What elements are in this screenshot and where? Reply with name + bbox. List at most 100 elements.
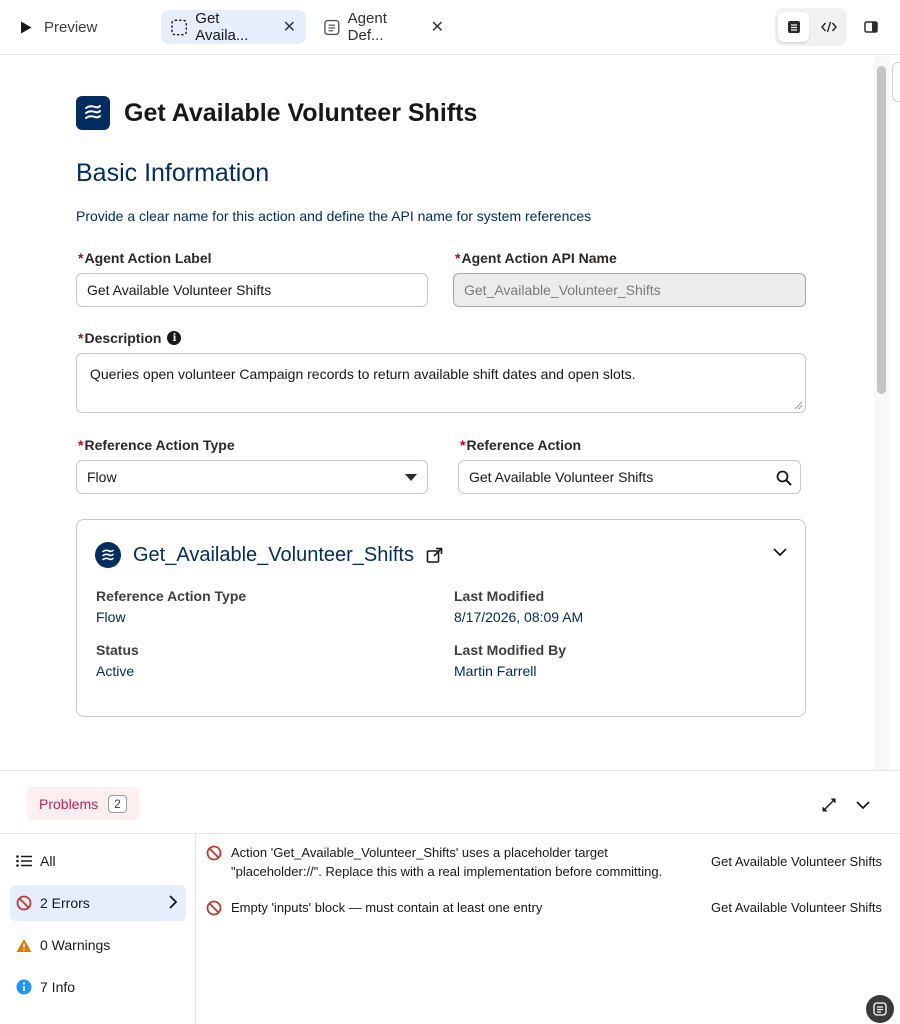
expand-panel-button[interactable] (819, 795, 839, 815)
close-tab-icon[interactable]: ✕ (283, 17, 296, 37)
ref-type-field-label: *Reference Action Type (78, 437, 235, 453)
flow-icon (95, 542, 121, 568)
close-tab-icon[interactable]: ✕ (431, 17, 444, 37)
form-icon (787, 21, 800, 33)
filter-warnings[interactable]: 0 Warnings (10, 927, 186, 963)
filter-label: 2 Errors (40, 895, 90, 911)
api-name-input: Get_Available_Volunteer_Shifts (453, 273, 806, 307)
expand-icon (822, 798, 836, 812)
scrollbar-thumb[interactable] (877, 66, 886, 394)
ref-action-search-input[interactable]: Get Available Volunteer Shifts (458, 460, 801, 494)
document-icon (324, 19, 340, 35)
tab-agent-definition[interactable]: Agent Def... ✕ (314, 10, 454, 44)
agent-action-icon (76, 96, 110, 130)
page-header: Get Available Volunteer Shifts (76, 96, 477, 130)
section-heading: Basic Information (76, 159, 270, 187)
ref-type-value: Flow (87, 469, 117, 485)
card-status-value: Active (96, 663, 135, 679)
problem-filters: All 2 Errors 0 Warnings 7 Info (0, 834, 196, 1024)
chevron-right-icon (169, 895, 178, 909)
reference-action-title[interactable]: Get_Available_Volunteer_Shifts (133, 544, 414, 567)
api-name-field-label: *Agent Action API Name (455, 250, 617, 266)
required-asterisk: * (460, 437, 466, 453)
code-icon (820, 21, 837, 33)
issue-line: "placeholder://". Replace this with a re… (231, 864, 663, 879)
play-icon (21, 21, 32, 33)
action-editor-form: Get Available Volunteer Shifts Basic Inf… (0, 56, 872, 770)
card-last-modified-label: Last Modified (454, 588, 545, 604)
caret-down-icon (405, 474, 417, 481)
error-icon (206, 845, 222, 861)
card-ref-type-value: Flow (96, 609, 126, 625)
issue-source[interactable]: Get Available Volunteer Shifts (711, 900, 882, 915)
description-text: Queries open volunteer Campaign records … (90, 366, 636, 382)
required-asterisk: * (78, 437, 84, 453)
action-label-field-label: *Agent Action Label (78, 250, 212, 266)
collapse-panel-button[interactable] (853, 795, 873, 815)
search-icon[interactable] (776, 470, 792, 486)
field-label-text: Reference Action Type (84, 437, 235, 453)
preview-label: Preview (44, 18, 98, 36)
form-view-button[interactable] (778, 12, 809, 42)
ref-type-select[interactable]: Flow (76, 460, 428, 494)
dashed-square-icon (171, 19, 188, 35)
problems-tab-label: Problems (39, 795, 99, 812)
ref-action-value: Get Available Volunteer Shifts (469, 469, 654, 485)
code-view-button[interactable] (813, 12, 844, 42)
filter-info[interactable]: 7 Info (10, 969, 186, 1005)
filter-all[interactable]: All (10, 843, 186, 879)
preview-button[interactable]: Preview (12, 10, 105, 44)
problems-tab[interactable]: Problems 2 (27, 787, 139, 820)
filter-label: 7 Info (40, 979, 76, 995)
chevron-down-icon (856, 800, 870, 809)
list-icon (16, 855, 32, 867)
description-textarea[interactable]: Queries open volunteer Campaign records … (76, 353, 806, 413)
page-title: Get Available Volunteer Shifts (124, 98, 478, 127)
view-mode-toggle (775, 8, 847, 46)
assistant-icon (873, 1002, 887, 1016)
error-icon (16, 895, 32, 911)
filter-errors[interactable]: 2 Errors (10, 885, 186, 921)
external-link-icon[interactable] (426, 547, 443, 564)
resize-handle-icon[interactable] (794, 401, 803, 410)
tab-label: Agent Def... (347, 10, 387, 44)
filter-label: All (40, 853, 56, 869)
card-ref-type-label: Reference Action Type (96, 588, 247, 604)
card-modified-by-value: Martin Farrell (454, 663, 537, 679)
ref-action-field-label: *Reference Action (460, 437, 581, 453)
problems-panel: Problems 2 All 2 Errors 0 Warnings 7 Inf… (0, 770, 900, 1024)
problems-count-badge: 2 (108, 794, 127, 813)
tab-label: Get Availa... (195, 10, 249, 44)
section-subtitle: Provide a clear name for this action and… (76, 208, 592, 224)
info-icon[interactable]: i (167, 331, 182, 345)
issue-row[interactable]: Empty 'inputs' block — must contain at l… (206, 898, 542, 917)
issue-message: Action 'Get_Available_Volunteer_Shifts' … (231, 843, 662, 881)
issue-line: Action 'Get_Available_Volunteer_Shifts' … (231, 845, 608, 860)
required-asterisk: * (78, 330, 84, 346)
issue-source[interactable]: Get Available Volunteer Shifts (711, 854, 882, 869)
description-field-label: *Description i (78, 330, 182, 346)
field-label-text: Reference Action (466, 437, 582, 453)
side-panel-icon (864, 21, 878, 33)
toggle-side-panel-button[interactable] (858, 16, 884, 38)
filter-label: 0 Warnings (40, 937, 111, 953)
assistant-button[interactable] (866, 995, 894, 1023)
field-label-text: Agent Action Label (84, 250, 212, 266)
card-modified-by-label: Last Modified By (454, 642, 567, 658)
chevron-down-icon[interactable] (773, 548, 787, 557)
content-scrollbar[interactable] (874, 56, 890, 770)
tab-get-available-shifts[interactable]: Get Availa... ✕ (161, 10, 306, 44)
action-label-input[interactable]: Get Available Volunteer Shifts (76, 273, 428, 307)
info-icon (16, 979, 32, 995)
editor-tab-bar: Preview Get Availa... ✕ Agent Def... ✕ (0, 0, 900, 55)
error-icon (206, 900, 222, 916)
field-label-text: Description (84, 330, 162, 346)
side-panel-handle[interactable] (892, 62, 900, 102)
required-asterisk: * (78, 250, 84, 266)
card-last-modified-value: 8/17/2026, 08:09 AM (454, 609, 584, 625)
warning-icon (16, 938, 32, 952)
issue-line: Empty 'inputs' block — must contain at l… (231, 900, 543, 915)
card-header: Get_Available_Volunteer_Shifts (95, 542, 443, 568)
card-status-label: Status (96, 642, 139, 658)
issue-row[interactable]: Action 'Get_Available_Volunteer_Shifts' … (206, 843, 662, 881)
